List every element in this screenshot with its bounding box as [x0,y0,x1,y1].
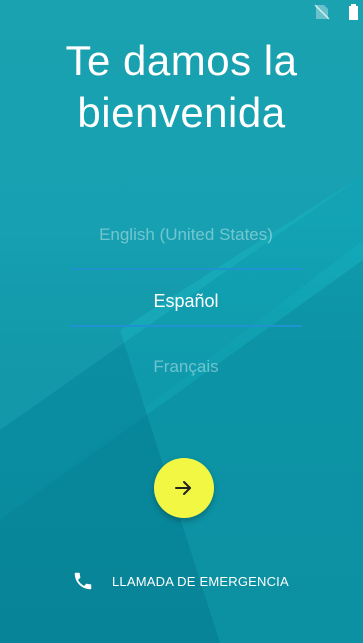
language-option-english[interactable]: English (United States) [70,225,302,245]
battery-icon [349,4,358,20]
welcome-title-line-2: bienvenida [77,89,286,136]
arrow-right-icon [175,481,191,495]
no-sim-icon [314,4,330,20]
language-picker[interactable]: English (United States) Español Français [70,205,302,395]
emergency-call-button[interactable]: LLAMADA DE EMERGENCIA [72,568,322,598]
language-option-francais[interactable]: Français [70,357,302,377]
status-bar [283,0,363,24]
welcome-screen: Te damos la bienvenida English (United S… [0,0,363,643]
phone-icon [74,572,92,590]
language-option-espanol-selected[interactable]: Español [70,291,302,312]
picker-divider-bottom [70,325,302,327]
welcome-title-line-1: Te damos la [65,37,298,84]
picker-divider-top [70,268,302,270]
next-button[interactable] [154,458,214,518]
emergency-call-label: LLAMADA DE EMERGENCIA [112,574,289,589]
welcome-title: Te damos la bienvenida [0,35,363,139]
